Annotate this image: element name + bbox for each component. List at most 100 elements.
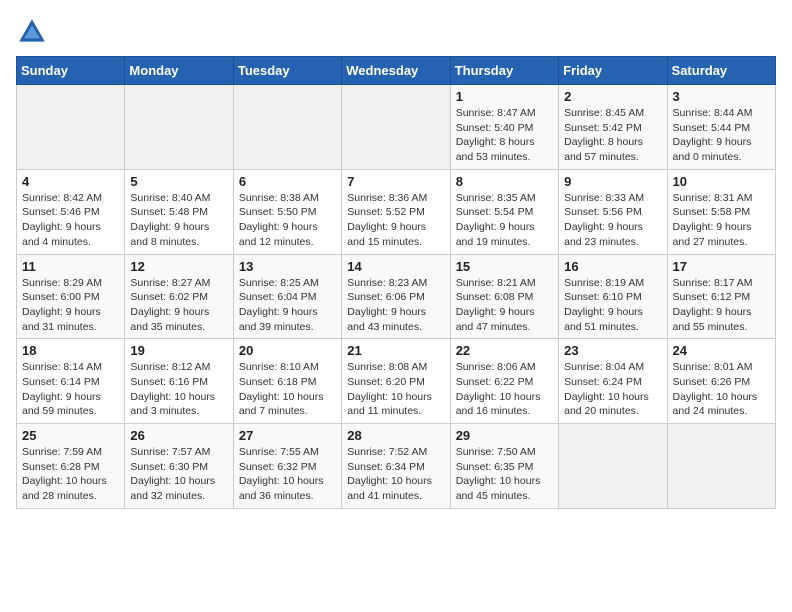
calendar-cell: 3 Sunrise: 8:44 AM Sunset: 5:44 PM Daylig… <box>667 85 775 170</box>
calendar-week-row: 4 Sunrise: 8:42 AM Sunset: 5:46 PM Daylig… <box>17 169 776 254</box>
day-info: Sunrise: 8:06 AM Sunset: 6:22 PM Dayligh… <box>456 360 553 419</box>
day-info: Sunrise: 8:17 AM Sunset: 6:12 PM Dayligh… <box>673 276 770 335</box>
calendar-cell: 1 Sunrise: 8:47 AM Sunset: 5:40 PM Daylig… <box>450 85 558 170</box>
calendar-cell: 13 Sunrise: 8:25 AM Sunset: 6:04 PM Dayli… <box>233 254 341 339</box>
day-number: 7 <box>347 174 444 189</box>
day-number: 29 <box>456 428 553 443</box>
day-number: 22 <box>456 343 553 358</box>
day-number: 21 <box>347 343 444 358</box>
day-info: Sunrise: 7:50 AM Sunset: 6:35 PM Dayligh… <box>456 445 553 504</box>
day-info: Sunrise: 7:59 AM Sunset: 6:28 PM Dayligh… <box>22 445 119 504</box>
calendar-cell: 20 Sunrise: 8:10 AM Sunset: 6:18 PM Dayli… <box>233 339 341 424</box>
calendar-cell: 12 Sunrise: 8:27 AM Sunset: 6:02 PM Dayli… <box>125 254 233 339</box>
calendar-cell: 23 Sunrise: 8:04 AM Sunset: 6:24 PM Dayli… <box>559 339 667 424</box>
calendar-cell: 18 Sunrise: 8:14 AM Sunset: 6:14 PM Dayli… <box>17 339 125 424</box>
weekday-header: Friday <box>559 57 667 85</box>
day-number: 15 <box>456 259 553 274</box>
calendar-cell: 29 Sunrise: 7:50 AM Sunset: 6:35 PM Dayli… <box>450 424 558 509</box>
day-number: 18 <box>22 343 119 358</box>
calendar-cell: 4 Sunrise: 8:42 AM Sunset: 5:46 PM Daylig… <box>17 169 125 254</box>
day-number: 25 <box>22 428 119 443</box>
calendar-cell: 10Sunrise: 8:31 AM Sunset: 5:58 PM Dayli… <box>667 169 775 254</box>
calendar-cell: 21 Sunrise: 8:08 AM Sunset: 6:20 PM Dayli… <box>342 339 450 424</box>
day-info: Sunrise: 7:57 AM Sunset: 6:30 PM Dayligh… <box>130 445 227 504</box>
day-number: 8 <box>456 174 553 189</box>
calendar-cell: 28 Sunrise: 7:52 AM Sunset: 6:34 PM Dayli… <box>342 424 450 509</box>
calendar-cell: 16 Sunrise: 8:19 AM Sunset: 6:10 PM Dayli… <box>559 254 667 339</box>
day-info: Sunrise: 8:08 AM Sunset: 6:20 PM Dayligh… <box>347 360 444 419</box>
day-info: Sunrise: 8:25 AM Sunset: 6:04 PM Dayligh… <box>239 276 336 335</box>
day-info: Sunrise: 8:04 AM Sunset: 6:24 PM Dayligh… <box>564 360 661 419</box>
day-number: 27 <box>239 428 336 443</box>
day-number: 26 <box>130 428 227 443</box>
calendar-week-row: 11 Sunrise: 8:29 AM Sunset: 6:00 PM Dayli… <box>17 254 776 339</box>
day-info: Sunrise: 8:36 AM Sunset: 5:52 PM Dayligh… <box>347 191 444 250</box>
day-number: 23 <box>564 343 661 358</box>
calendar-cell: 8 Sunrise: 8:35 AM Sunset: 5:54 PM Daylig… <box>450 169 558 254</box>
calendar-header-row: SundayMondayTuesdayWednesdayThursdayFrid… <box>17 57 776 85</box>
day-info: Sunrise: 8:35 AM Sunset: 5:54 PM Dayligh… <box>456 191 553 250</box>
day-info: Sunrise: 8:27 AM Sunset: 6:02 PM Dayligh… <box>130 276 227 335</box>
calendar-week-row: 18 Sunrise: 8:14 AM Sunset: 6:14 PM Dayli… <box>17 339 776 424</box>
day-number: 5 <box>130 174 227 189</box>
calendar-cell <box>17 85 125 170</box>
calendar-cell: 26 Sunrise: 7:57 AM Sunset: 6:30 PM Dayli… <box>125 424 233 509</box>
page-header <box>16 16 776 48</box>
day-info: Sunrise: 7:55 AM Sunset: 6:32 PM Dayligh… <box>239 445 336 504</box>
day-info: Sunrise: 8:14 AM Sunset: 6:14 PM Dayligh… <box>22 360 119 419</box>
calendar-cell: 24Sunrise: 8:01 AM Sunset: 6:26 PM Dayli… <box>667 339 775 424</box>
calendar-table: SundayMondayTuesdayWednesdayThursdayFrid… <box>16 56 776 509</box>
calendar-cell <box>125 85 233 170</box>
calendar-cell: 17 Sunrise: 8:17 AM Sunset: 6:12 PM Dayli… <box>667 254 775 339</box>
day-number: 10 <box>673 174 770 189</box>
day-number: 9 <box>564 174 661 189</box>
day-info: Sunrise: 8:01 AM Sunset: 6:26 PM Dayligh… <box>673 360 770 419</box>
calendar-cell <box>342 85 450 170</box>
calendar-cell: 22 Sunrise: 8:06 AM Sunset: 6:22 PM Dayli… <box>450 339 558 424</box>
weekday-header: Monday <box>125 57 233 85</box>
calendar-cell: 25 Sunrise: 7:59 AM Sunset: 6:28 PM Dayli… <box>17 424 125 509</box>
calendar-cell: 15 Sunrise: 8:21 AM Sunset: 6:08 PM Dayli… <box>450 254 558 339</box>
weekday-header: Saturday <box>667 57 775 85</box>
weekday-header: Tuesday <box>233 57 341 85</box>
day-number: 1 <box>456 89 553 104</box>
day-number: 19 <box>130 343 227 358</box>
calendar-cell: 27 Sunrise: 7:55 AM Sunset: 6:32 PM Dayli… <box>233 424 341 509</box>
day-number: 3 <box>673 89 770 104</box>
day-info: Sunrise: 8:45 AM Sunset: 5:42 PM Dayligh… <box>564 106 661 165</box>
day-number: 11 <box>22 259 119 274</box>
calendar-week-row: 25 Sunrise: 7:59 AM Sunset: 6:28 PM Dayli… <box>17 424 776 509</box>
day-number: 6 <box>239 174 336 189</box>
day-number: 16 <box>564 259 661 274</box>
day-info: Sunrise: 8:42 AM Sunset: 5:46 PM Dayligh… <box>22 191 119 250</box>
calendar-cell <box>233 85 341 170</box>
day-number: 4 <box>22 174 119 189</box>
weekday-header: Wednesday <box>342 57 450 85</box>
calendar-cell: 9 Sunrise: 8:33 AM Sunset: 5:56 PM Daylig… <box>559 169 667 254</box>
day-info: Sunrise: 7:52 AM Sunset: 6:34 PM Dayligh… <box>347 445 444 504</box>
day-info: Sunrise: 8:33 AM Sunset: 5:56 PM Dayligh… <box>564 191 661 250</box>
day-info: Sunrise: 8:29 AM Sunset: 6:00 PM Dayligh… <box>22 276 119 335</box>
day-info: Sunrise: 8:23 AM Sunset: 6:06 PM Dayligh… <box>347 276 444 335</box>
logo-icon <box>16 16 48 48</box>
day-number: 20 <box>239 343 336 358</box>
weekday-header: Thursday <box>450 57 558 85</box>
calendar-cell <box>667 424 775 509</box>
day-info: Sunrise: 8:47 AM Sunset: 5:40 PM Dayligh… <box>456 106 553 165</box>
calendar-cell: 7 Sunrise: 8:36 AM Sunset: 5:52 PM Daylig… <box>342 169 450 254</box>
day-info: Sunrise: 8:19 AM Sunset: 6:10 PM Dayligh… <box>564 276 661 335</box>
day-info: Sunrise: 8:10 AM Sunset: 6:18 PM Dayligh… <box>239 360 336 419</box>
day-number: 14 <box>347 259 444 274</box>
day-number: 17 <box>673 259 770 274</box>
day-number: 13 <box>239 259 336 274</box>
calendar-week-row: 1 Sunrise: 8:47 AM Sunset: 5:40 PM Daylig… <box>17 85 776 170</box>
calendar-cell: 11 Sunrise: 8:29 AM Sunset: 6:00 PM Dayli… <box>17 254 125 339</box>
day-number: 2 <box>564 89 661 104</box>
day-info: Sunrise: 8:44 AM Sunset: 5:44 PM Dayligh… <box>673 106 770 165</box>
day-number: 28 <box>347 428 444 443</box>
day-info: Sunrise: 8:21 AM Sunset: 6:08 PM Dayligh… <box>456 276 553 335</box>
day-number: 12 <box>130 259 227 274</box>
calendar-cell <box>559 424 667 509</box>
day-info: Sunrise: 8:40 AM Sunset: 5:48 PM Dayligh… <box>130 191 227 250</box>
calendar-cell: 19Sunrise: 8:12 AM Sunset: 6:16 PM Dayli… <box>125 339 233 424</box>
